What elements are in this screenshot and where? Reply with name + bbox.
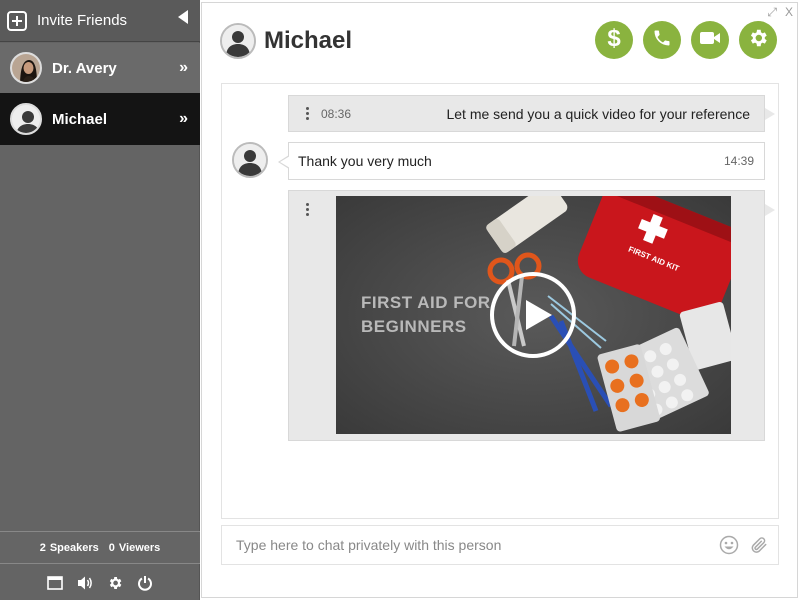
collapse-sidebar-icon[interactable]: [178, 10, 188, 24]
avatar: [232, 142, 268, 178]
emoji-icon[interactable]: [718, 534, 740, 556]
svg-text:$: $: [607, 25, 621, 51]
sidebar: Invite Friends Dr. Avery » Michael » 2 S…: [0, 0, 200, 600]
speakers-label: Speakers: [49, 541, 99, 554]
close-icon[interactable]: X: [785, 5, 793, 20]
video-caption-line: FIRST AID FOR: [361, 293, 491, 312]
app: Invite Friends Dr. Avery » Michael » 2 S…: [0, 0, 800, 600]
video-caption-line: BEGINNERS: [361, 317, 467, 336]
message-incoming: Thank you very much 14:39: [278, 142, 765, 180]
message-time: 14:39: [723, 154, 754, 168]
message-time: 08:36: [321, 106, 352, 121]
invite-friends-label: Invite Friends: [37, 12, 128, 29]
video-caption: FIRST AID FOR BEGINNERS: [361, 291, 491, 339]
message-outgoing: 08:36 Let me send you a quick video for …: [288, 95, 775, 132]
message-composer: [221, 525, 779, 565]
video-thumbnail[interactable]: FIRST AID KIT FIRST AID FOR BEGINNERS: [336, 196, 731, 434]
contact-item-michael[interactable]: Michael »: [0, 93, 200, 145]
page-title: Michael: [264, 27, 353, 54]
message-menu-icon[interactable]: [299, 203, 315, 216]
plus-icon: [7, 10, 27, 31]
message-menu-icon[interactable]: [299, 107, 315, 120]
message-list[interactable]: 08:36 Let me send you a quick video for …: [221, 83, 779, 519]
chat-settings-button[interactable]: [739, 21, 777, 59]
gear-icon: [747, 27, 769, 54]
video-camera-icon: [699, 30, 721, 51]
gear-icon[interactable]: [106, 574, 124, 592]
contact-item-dr-avery[interactable]: Dr. Avery »: [0, 43, 200, 93]
chat-input[interactable]: [222, 527, 718, 563]
chevron-right-icon: »: [179, 59, 188, 76]
power-icon[interactable]: [136, 574, 154, 592]
message-video: FIRST AID KIT FIRST AID FOR BEGINNERS: [288, 190, 775, 441]
window-controls: ⤢ X: [767, 5, 793, 20]
dollar-icon: $: [603, 25, 625, 56]
video-call-button[interactable]: [691, 21, 729, 59]
contact-name: Dr. Avery: [52, 59, 117, 77]
participant-counts: 2 Speakers 0 Viewers: [0, 531, 200, 564]
contact-name: Michael: [52, 110, 108, 128]
window-icon[interactable]: [46, 574, 64, 592]
payment-button[interactable]: $: [595, 21, 633, 59]
speakers-count: 2: [39, 541, 46, 554]
chat-actions: $: [595, 21, 777, 59]
play-icon[interactable]: [490, 272, 576, 358]
volume-icon[interactable]: [76, 574, 94, 592]
call-button[interactable]: [643, 21, 681, 59]
viewers-count: 0: [108, 541, 115, 554]
message-text: Let me send you a quick video for your r…: [446, 105, 750, 122]
invite-friends-button[interactable]: Invite Friends: [0, 0, 200, 42]
avatar: [220, 23, 256, 59]
avatar: [10, 103, 42, 135]
chevron-right-icon: »: [179, 110, 188, 127]
chat-header: Michael: [220, 21, 352, 61]
message-text: Thank you very much: [298, 153, 432, 169]
avatar: [10, 52, 42, 84]
chat-panel: ⤢ X Michael $ 08:36 Let me send you a qu…: [201, 2, 798, 598]
sidebar-toolbar: [0, 565, 200, 600]
expand-icon[interactable]: ⤢: [767, 5, 777, 20]
phone-icon: [652, 28, 672, 53]
attachment-icon[interactable]: [748, 534, 770, 556]
viewers-label: Viewers: [118, 541, 161, 554]
